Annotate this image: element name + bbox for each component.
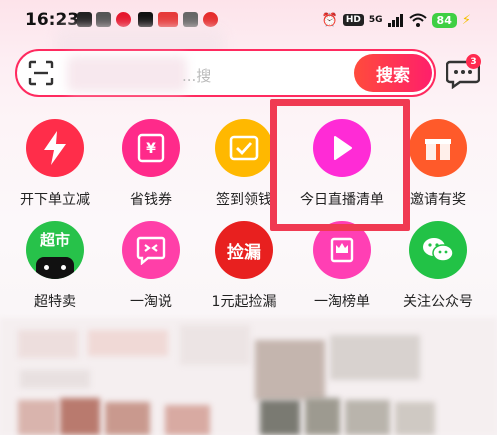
notification-mail-icon: [183, 12, 198, 27]
signal-bars-icon: [387, 13, 403, 27]
wechat-icon: [409, 221, 467, 279]
checkin-icon: [215, 119, 273, 177]
notification-location-icon: [203, 12, 218, 27]
status-time: 16:23: [25, 10, 80, 30]
lightning-icon: [26, 119, 84, 177]
grid-item-label: 省钱券: [130, 192, 172, 208]
search-input[interactable]: ...搜: [182, 65, 211, 86]
blurred-content: [305, 398, 340, 435]
grid-item-label: 一淘说: [130, 294, 172, 310]
gift-icon: [409, 119, 467, 177]
blurred-content: [255, 340, 325, 400]
blurred-content: [18, 400, 58, 435]
blurred-content: [105, 402, 150, 435]
alarm-icon: ⏰: [321, 12, 338, 28]
grid-item-order-discount[interactable]: 开下单立减: [7, 119, 103, 209]
grid-item-label: 超特卖: [34, 294, 76, 310]
signal-label: 5G: [368, 14, 383, 25]
grid-item-coupons[interactable]: ¥ 省钱券: [103, 119, 199, 209]
notification-app-icon: [77, 12, 92, 27]
blurred-content: [18, 330, 78, 358]
tmall-icon-text: 超市: [39, 231, 70, 249]
blurred-content: [260, 400, 300, 435]
grid-item-label: 开下单立减: [20, 192, 90, 208]
notification-app-icon: [96, 12, 111, 27]
notification-weibo-icon: [116, 12, 131, 27]
tmall-supermarket-icon: 超市: [26, 221, 84, 279]
tmall-cat-face: [36, 257, 74, 279]
notification-app-icon: [158, 12, 178, 27]
scan-icon[interactable]: [28, 60, 54, 86]
blurred-content: [345, 400, 390, 435]
grid-item-label: 关注公众号: [403, 294, 473, 310]
grid-item-yitao-ranking[interactable]: 一淘榜单: [294, 221, 390, 311]
blurred-content: [330, 335, 420, 380]
chat-bubble-icon: [122, 221, 180, 279]
wifi-icon: [408, 13, 427, 27]
grid-item-one-yuan-bargain[interactable]: 捡漏 1元起捡漏: [196, 221, 292, 311]
grid-item-label: 1元起捡漏: [211, 294, 277, 310]
search-bar[interactable]: ...搜 搜索: [15, 49, 436, 97]
grid-item-follow-official-account[interactable]: 关注公众号: [390, 221, 486, 311]
highlight-box: [270, 99, 410, 231]
grid-item-yitao-say[interactable]: 一淘说: [103, 221, 199, 311]
blurred-content: [165, 405, 210, 435]
battery-indicator: 84: [431, 12, 457, 28]
search-blurred-text: [67, 56, 187, 92]
cat-eye: [44, 265, 49, 270]
search-button[interactable]: 搜索: [354, 54, 432, 92]
blurred-content: [20, 370, 90, 388]
message-badge: 3: [466, 54, 481, 69]
blurred-content: [60, 398, 100, 435]
coupon-icon: ¥: [122, 119, 180, 177]
cat-eye: [61, 265, 66, 270]
notification-tiktok-icon: [138, 12, 153, 27]
bargain-icon-text: 捡漏: [227, 242, 261, 263]
grid-item-super-sale[interactable]: 超市 超特卖: [7, 221, 103, 311]
bargain-icon: 捡漏: [215, 221, 273, 279]
charging-icon: ⚡: [461, 12, 471, 28]
svg-text:¥: ¥: [146, 141, 156, 157]
blurred-content: [395, 402, 435, 435]
status-right: ⏰ HD 5G 84 ⚡: [322, 10, 471, 30]
blurred-content: [88, 330, 168, 356]
blurred-content: [180, 325, 250, 365]
hd-badge: HD: [342, 14, 364, 26]
grid-item-label: 一淘榜单: [314, 294, 370, 310]
